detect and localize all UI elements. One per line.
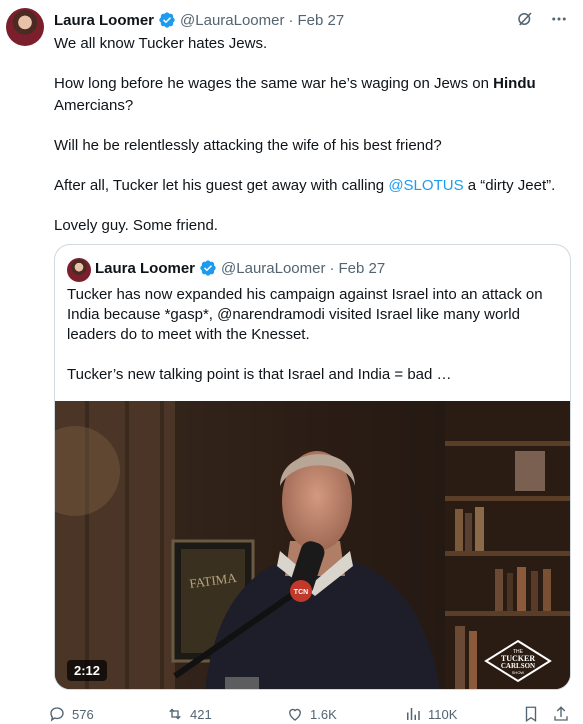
like-count: 1.6K xyxy=(310,706,337,722)
quoted-avatar[interactable] xyxy=(67,258,91,282)
like-icon xyxy=(289,708,301,721)
verified-badge-icon xyxy=(159,12,175,28)
tweet-line: Will he be relentlessly attacking the wi… xyxy=(54,137,442,154)
quoted-paragraph: Tucker’s new talking point is that Israe… xyxy=(67,366,452,383)
reply-button[interactable]: 576 xyxy=(48,705,94,723)
repost-button[interactable]: 421 xyxy=(166,705,212,723)
quoted-tweet[interactable]: Laura Loomer @LauraLoomer · Feb 27 Tucke… xyxy=(54,244,571,690)
like-button[interactable]: 1.6K xyxy=(286,705,337,723)
tweet[interactable]: Laura Loomer @LauraLoomer · Feb 27 We al… xyxy=(0,0,583,724)
tweet-line: Lovely guy. Some friend. xyxy=(54,217,218,234)
tweet-date[interactable]: Feb 27 xyxy=(297,12,344,29)
video-duration: 2:12 xyxy=(67,660,108,681)
views-icon xyxy=(407,708,420,720)
grok-icon[interactable] xyxy=(515,9,535,29)
share-button[interactable] xyxy=(552,705,570,723)
video-player[interactable]: FATIMA TCN 2:12 THE TUCKER CARLSON SHOW xyxy=(55,401,570,689)
quoted-handle[interactable]: @LauraLoomer xyxy=(221,260,325,277)
repost-count: 421 xyxy=(190,706,212,722)
reply-count: 576 xyxy=(72,706,94,722)
tweet-actions: 576 421 1.6K 110K xyxy=(48,703,573,724)
tweet-header: Laura Loomer @LauraLoomer · Feb 27 xyxy=(54,9,513,31)
views-count: 110K xyxy=(428,706,458,722)
tweet-top-actions xyxy=(515,9,569,29)
separator: · xyxy=(288,11,294,29)
tweet-line: How long before he wages the same war he… xyxy=(54,73,564,117)
mention-link[interactable]: @SLOTUS xyxy=(388,177,463,194)
quoted-author-name[interactable]: Laura Loomer xyxy=(95,260,195,277)
verified-badge-icon xyxy=(200,260,216,276)
text-span: How long before he wages the same war he… xyxy=(54,75,494,92)
text-span: After all, Tucker let his guest get away… xyxy=(54,177,389,194)
text-span: Amercians? xyxy=(54,97,134,114)
views-button[interactable]: 110K xyxy=(404,705,457,723)
quoted-date[interactable]: Feb 27 xyxy=(338,260,385,277)
svg-text:SHOW: SHOW xyxy=(512,670,525,675)
tweet-line: We all know Tucker hates Jews. xyxy=(54,35,268,52)
author-handle[interactable]: @LauraLoomer xyxy=(180,12,284,29)
quoted-paragraph: Tucker has now expanded his campaign aga… xyxy=(67,286,543,343)
repost-icon xyxy=(169,708,181,720)
quoted-text: Tucker has now expanded his campaign aga… xyxy=(67,285,557,385)
tweet-line: After all, Tucker let his guest get away… xyxy=(54,175,564,197)
author-name[interactable]: Laura Loomer xyxy=(54,12,154,29)
bookmark-icon xyxy=(525,706,537,723)
tweet-text: We all know Tucker hates Jews. How long … xyxy=(54,33,564,237)
tucker-carlson-show-logo: THE TUCKER CARLSON SHOW xyxy=(484,639,552,683)
mic-label: TCN xyxy=(294,589,308,596)
avatar[interactable] xyxy=(6,8,44,46)
quoted-header: Laura Loomer @LauraLoomer · Feb 27 xyxy=(95,259,385,277)
bold-text: Hindu xyxy=(493,75,536,92)
separator: · xyxy=(329,259,335,277)
text-span: a “dirty Jeet”. xyxy=(463,177,556,194)
svg-text:CARLSON: CARLSON xyxy=(501,662,535,670)
bookmark-button[interactable] xyxy=(522,705,540,723)
more-icon[interactable] xyxy=(549,9,569,29)
reply-icon xyxy=(50,707,64,722)
share-icon xyxy=(554,706,568,721)
